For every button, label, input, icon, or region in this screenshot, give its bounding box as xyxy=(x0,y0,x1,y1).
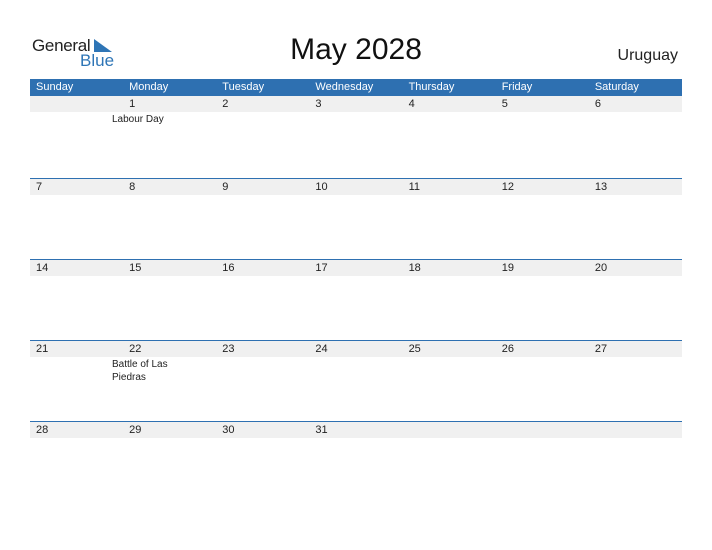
day-number: 27 xyxy=(594,343,608,355)
holiday-label xyxy=(258,195,334,196)
holiday-label xyxy=(30,357,106,384)
holiday-label xyxy=(182,438,258,439)
day-number: 9 xyxy=(222,181,229,193)
week-row: 14 15 16 17 18 19 20 xyxy=(30,259,682,340)
day-number: 19 xyxy=(501,262,514,274)
holiday-label xyxy=(106,276,182,277)
day-number-row: 21 22 23 24 25 26 27 xyxy=(30,340,682,357)
event-row xyxy=(30,438,682,439)
holiday-label xyxy=(334,276,410,277)
day-number xyxy=(589,422,682,438)
holiday-label xyxy=(486,195,562,196)
holiday-label xyxy=(410,195,486,196)
holiday-label xyxy=(334,438,410,439)
event-row: Battle of Las Piedras xyxy=(30,357,682,384)
holiday-label xyxy=(486,438,562,439)
day-number xyxy=(496,422,589,438)
holiday-label xyxy=(182,112,258,126)
holiday-label xyxy=(30,195,106,196)
event-row xyxy=(30,195,682,196)
week-row: 21 22 23 24 25 26 27 Battle of Las Piedras xyxy=(30,340,682,421)
holiday-label xyxy=(486,276,562,277)
day-number-row: 28 29 30 31 xyxy=(30,421,682,438)
day-number-row: 1 2 3 4 5 6 xyxy=(30,96,682,112)
day-number: 21 xyxy=(36,343,49,355)
weekday-thursday: Thursday xyxy=(408,81,455,93)
day-number: 22 xyxy=(129,343,142,355)
day-number: 4 xyxy=(408,98,415,110)
holiday-label xyxy=(410,357,486,384)
holiday-label: Labour Day xyxy=(112,114,164,125)
day-number: 15 xyxy=(129,262,142,274)
holiday-label xyxy=(258,112,334,126)
day-number: 25 xyxy=(408,343,421,355)
day-number xyxy=(403,422,496,438)
holiday-label xyxy=(258,276,334,277)
page-title: May 2028 xyxy=(290,33,422,66)
weekday-tuesday: Tuesday xyxy=(222,81,265,93)
day-number: 1 xyxy=(129,98,136,110)
weekday-friday: Friday xyxy=(501,81,533,93)
day-number-row: 7 8 9 10 11 12 13 xyxy=(30,178,682,195)
day-number: 26 xyxy=(501,343,514,355)
holiday-label xyxy=(182,195,258,196)
day-number: 10 xyxy=(315,181,328,193)
holiday-label xyxy=(334,112,410,126)
holiday-label xyxy=(410,112,486,126)
country-label: Uruguay xyxy=(617,47,678,64)
week-row: 28 29 30 31 xyxy=(30,421,682,502)
holiday-label xyxy=(258,357,334,384)
day-number: 23 xyxy=(222,343,235,355)
holiday-label xyxy=(334,195,410,196)
holiday-label xyxy=(486,112,562,126)
day-number: 24 xyxy=(315,343,328,355)
holiday-label xyxy=(182,276,258,277)
day-number: 20 xyxy=(594,262,608,274)
day-number: 6 xyxy=(594,98,601,110)
day-number: 13 xyxy=(594,181,608,193)
holiday-label: Battle of Las Piedras xyxy=(112,359,168,383)
holiday-label xyxy=(30,438,106,439)
day-number: 16 xyxy=(222,262,235,274)
weekday-wednesday: Wednesday xyxy=(315,81,374,93)
holiday-label xyxy=(106,438,182,439)
holiday-label xyxy=(30,276,106,277)
day-number: 28 xyxy=(36,424,49,436)
day-number: 7 xyxy=(36,181,43,193)
holiday-label xyxy=(30,112,106,126)
day-number: 14 xyxy=(36,262,49,274)
day-number: 3 xyxy=(315,98,322,110)
holiday-label xyxy=(486,357,562,384)
day-number: 18 xyxy=(408,262,421,274)
day-number: 30 xyxy=(222,424,235,436)
day-number: 11 xyxy=(408,181,420,193)
weekday-monday: Monday xyxy=(129,81,169,93)
weekday-header: Sunday Monday Tuesday Wednesday Thursday… xyxy=(30,79,682,96)
holiday-label xyxy=(258,438,334,439)
day-number: 5 xyxy=(501,98,508,110)
holiday-label xyxy=(410,276,486,277)
event-row: Labour Day xyxy=(30,112,682,126)
day-number-row: 14 15 16 17 18 19 20 xyxy=(30,259,682,276)
day-number: 31 xyxy=(315,424,328,436)
day-number: 17 xyxy=(315,262,328,274)
day-number xyxy=(30,96,123,112)
holiday-label xyxy=(334,357,410,384)
holiday-label xyxy=(106,195,182,196)
day-number: 8 xyxy=(129,181,136,193)
holiday-label xyxy=(182,357,258,384)
day-number: 2 xyxy=(222,98,229,110)
day-number: 29 xyxy=(129,424,142,436)
weekday-sunday: Sunday xyxy=(36,81,74,93)
holiday-label xyxy=(410,438,486,439)
weekday-saturday: Saturday xyxy=(594,81,639,93)
event-row xyxy=(30,276,682,277)
day-number: 12 xyxy=(501,181,514,193)
week-row: 1 2 3 4 5 6 Labour Day xyxy=(30,96,682,177)
week-row: 7 8 9 10 11 12 13 xyxy=(30,178,682,259)
